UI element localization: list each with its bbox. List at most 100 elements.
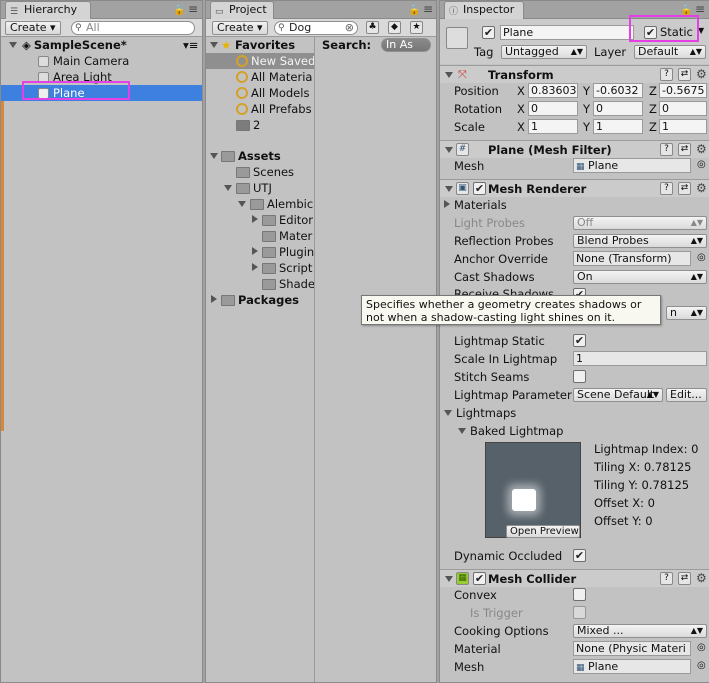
position-x-field[interactable]: 0.83603 (528, 83, 578, 98)
menu-icon[interactable]: ≡ (423, 3, 433, 16)
preset-icon[interactable]: ⇄ (678, 182, 691, 195)
clear-icon[interactable]: ⊗ (345, 22, 354, 34)
help-icon[interactable]: ? (660, 68, 673, 81)
anchor-override-field[interactable]: None (Transform) (573, 251, 691, 266)
scene-menu-icon[interactable]: ▾≡ (183, 37, 198, 53)
collapse-icon[interactable] (444, 200, 450, 208)
packages-header[interactable]: Packages (208, 292, 314, 308)
light-probes-dropdown[interactable]: Off ▲▼ (573, 216, 707, 230)
expand-icon[interactable] (445, 186, 453, 192)
lock-icon[interactable]: 🔒 (680, 4, 692, 17)
object-picker-icon[interactable]: ◎ (697, 252, 706, 263)
object-name-field[interactable]: Plane (500, 25, 634, 40)
mesh-object-field[interactable]: ▦ Plane (573, 158, 691, 173)
list-item[interactable]: UTJ (206, 180, 314, 196)
expand-icon[interactable] (210, 42, 218, 48)
expand-icon[interactable] (444, 410, 452, 416)
expand-icon[interactable] (458, 428, 466, 434)
rotation-x-field[interactable]: 0 (528, 101, 578, 116)
expand-icon[interactable] (445, 147, 453, 153)
split-divider[interactable] (314, 37, 315, 682)
preset-icon[interactable]: ⇄ (678, 68, 691, 81)
tab-inspector[interactable]: ⓘ Inspector (444, 1, 524, 19)
list-item[interactable]: All Prefabs (206, 101, 314, 117)
help-icon[interactable]: ? (660, 182, 673, 195)
preset-icon[interactable]: ⇄ (678, 143, 691, 156)
lightmap-static-checkbox[interactable]: ✔ (573, 334, 586, 347)
list-item[interactable]: All Models (206, 85, 314, 101)
list-item[interactable]: Editor (206, 212, 314, 228)
list-item[interactable]: Plugin (206, 244, 314, 260)
collapse-icon[interactable] (252, 215, 258, 223)
mesh-renderer-enabled-checkbox[interactable]: ✔ (473, 182, 486, 195)
scale-x-field[interactable]: 1 (528, 119, 578, 134)
list-item[interactable]: 2 (206, 117, 314, 133)
menu-icon[interactable]: ≡ (188, 3, 198, 16)
list-item-selected[interactable]: Plane (1, 85, 202, 101)
gear-icon[interactable]: ⚙ (696, 143, 707, 156)
create-dropdown[interactable]: Create ▾ (212, 21, 268, 35)
material-field[interactable]: None (Physic Materi (573, 641, 691, 656)
favorites-header[interactable]: ★ Favorites (208, 37, 314, 53)
scale-z-field[interactable]: 1 (659, 119, 707, 134)
help-icon[interactable]: ? (660, 143, 673, 156)
expand-icon[interactable] (445, 576, 453, 582)
cast-shadows-dropdown[interactable]: On ▲▼ (573, 270, 707, 284)
list-item[interactable]: Area Light (1, 69, 202, 85)
expand-icon[interactable] (238, 201, 246, 207)
list-item[interactable]: Script (206, 260, 314, 276)
expand-icon[interactable] (445, 72, 453, 78)
active-checkbox[interactable]: ✔ (482, 26, 495, 39)
convex-checkbox[interactable] (573, 588, 586, 601)
baked-lightmap-foldout[interactable]: Baked Lightmap (458, 423, 598, 439)
position-y-field[interactable]: -0.6032 (593, 83, 643, 98)
favorite-star-icon[interactable]: ★ (410, 21, 423, 34)
list-item[interactable]: Mater (206, 228, 314, 244)
lightmaps-foldout[interactable]: Lightmaps (444, 405, 564, 421)
rotation-z-field[interactable]: 0 (659, 101, 707, 116)
project-search-input[interactable]: ⚲ Dog ⊗ (274, 21, 358, 35)
gear-icon[interactable]: ⚙ (696, 572, 707, 585)
position-z-field[interactable]: -0.5675 (659, 83, 707, 98)
assets-header[interactable]: Assets (208, 148, 314, 164)
static-checkbox[interactable]: ✔ (644, 26, 657, 39)
rotation-y-field[interactable]: 0 (593, 101, 643, 116)
create-dropdown[interactable]: Create ▾ (5, 21, 61, 35)
scale-in-lightmap-field[interactable]: 1 (573, 351, 707, 366)
transform-header[interactable]: ⤧ Transform ? ⇄ ⚙ (440, 65, 709, 83)
mesh-renderer-header[interactable]: ▣ ✔ Mesh Renderer ? ⇄ ⚙ (440, 179, 709, 197)
scale-y-field[interactable]: 1 (593, 119, 643, 134)
filter-type-icon[interactable]: ♣ (366, 21, 379, 34)
search-scope-dropdown[interactable]: In As (381, 38, 431, 52)
static-dropdown-icon[interactable]: ▼ (698, 26, 704, 35)
expand-icon[interactable] (210, 153, 218, 159)
tab-project[interactable]: ▭ Project (210, 1, 274, 19)
layer-dropdown[interactable]: Default ▲▼ (634, 45, 706, 59)
gear-icon[interactable]: ⚙ (696, 182, 707, 195)
filter-label-icon[interactable]: ◆ (388, 21, 401, 34)
gear-icon[interactable]: ⚙ (696, 68, 707, 81)
hierarchy-search-input[interactable]: ⚲ All (71, 21, 195, 35)
lock-icon[interactable]: 🔒 (408, 4, 420, 17)
list-item[interactable]: Shade (206, 276, 314, 292)
hidden-dropdown[interactable]: n ▲▼ (666, 306, 707, 320)
collider-mesh-field[interactable]: ▦ Plane (573, 659, 691, 674)
list-item[interactable]: Alembic (206, 196, 314, 212)
list-item[interactable]: Main Camera (1, 53, 202, 69)
mesh-collider-enabled-checkbox[interactable]: ✔ (473, 572, 486, 585)
tag-dropdown[interactable]: Untagged ▲▼ (501, 45, 587, 59)
collapse-icon[interactable] (211, 295, 217, 303)
object-picker-icon[interactable]: ◎ (697, 660, 706, 671)
expand-icon[interactable] (9, 42, 17, 48)
menu-icon[interactable]: ≡ (695, 3, 705, 16)
lock-icon[interactable]: 🔒 (173, 4, 185, 17)
object-picker-icon[interactable]: ◎ (697, 642, 706, 653)
collapse-icon[interactable] (252, 247, 258, 255)
tab-hierarchy[interactable]: ☰ Hierarchy (5, 1, 91, 19)
mesh-collider-header[interactable]: ▦ ✔ Mesh Collider ? ⇄ ⚙ (440, 569, 709, 587)
stitch-seams-checkbox[interactable] (573, 370, 586, 383)
preset-icon[interactable]: ⇄ (678, 572, 691, 585)
is-trigger-checkbox[interactable] (573, 606, 586, 619)
collapse-icon[interactable] (252, 263, 258, 271)
list-item[interactable]: New Saved (206, 53, 314, 69)
